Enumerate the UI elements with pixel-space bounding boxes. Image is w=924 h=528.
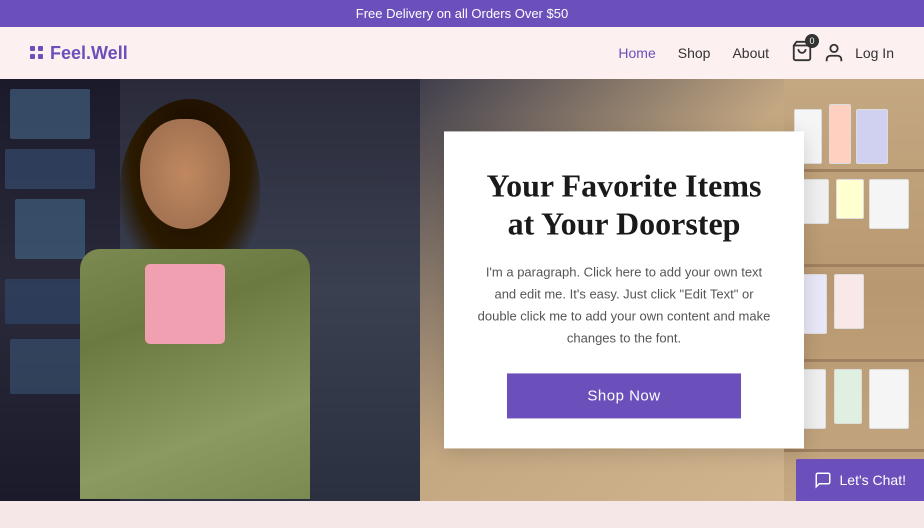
user-icon [823,42,845,64]
nav-shop[interactable]: Shop [678,45,711,61]
header: Feel.Well Home Shop About 0 Log In [0,27,924,79]
nav-about[interactable]: About [732,45,769,61]
login-label: Log In [855,45,894,61]
right-shelf [784,79,924,501]
logo[interactable]: Feel.Well [30,43,128,64]
chat-icon [814,471,832,489]
chat-button[interactable]: Let's Chat! [796,459,924,501]
cart-badge: 0 [805,34,819,48]
hero-section: Your Favorite Items at Your Doorstep I'm… [0,79,924,501]
nav-home[interactable]: Home [618,45,655,61]
hero-description: I'm a paragraph. Click here to add your … [474,261,774,349]
hero-title: Your Favorite Items at Your Doorstep [474,166,774,243]
nav-icons: 0 Log In [791,40,894,67]
person-face [140,119,230,229]
cart-button[interactable]: 0 [791,40,813,67]
person-shirt [145,264,225,344]
announcement-text: Free Delivery on all Orders Over $50 [356,6,568,21]
announcement-bar: Free Delivery on all Orders Over $50 [0,0,924,27]
logo-text: Feel.Well [50,43,128,64]
shop-now-button[interactable]: Shop Now [507,374,740,419]
hero-card: Your Favorite Items at Your Doorstep I'm… [444,131,804,448]
login-button[interactable]: Log In [855,45,894,61]
logo-icon [30,46,44,60]
main-nav: Home Shop About 0 Log In [618,40,894,67]
chat-label: Let's Chat! [840,472,907,488]
